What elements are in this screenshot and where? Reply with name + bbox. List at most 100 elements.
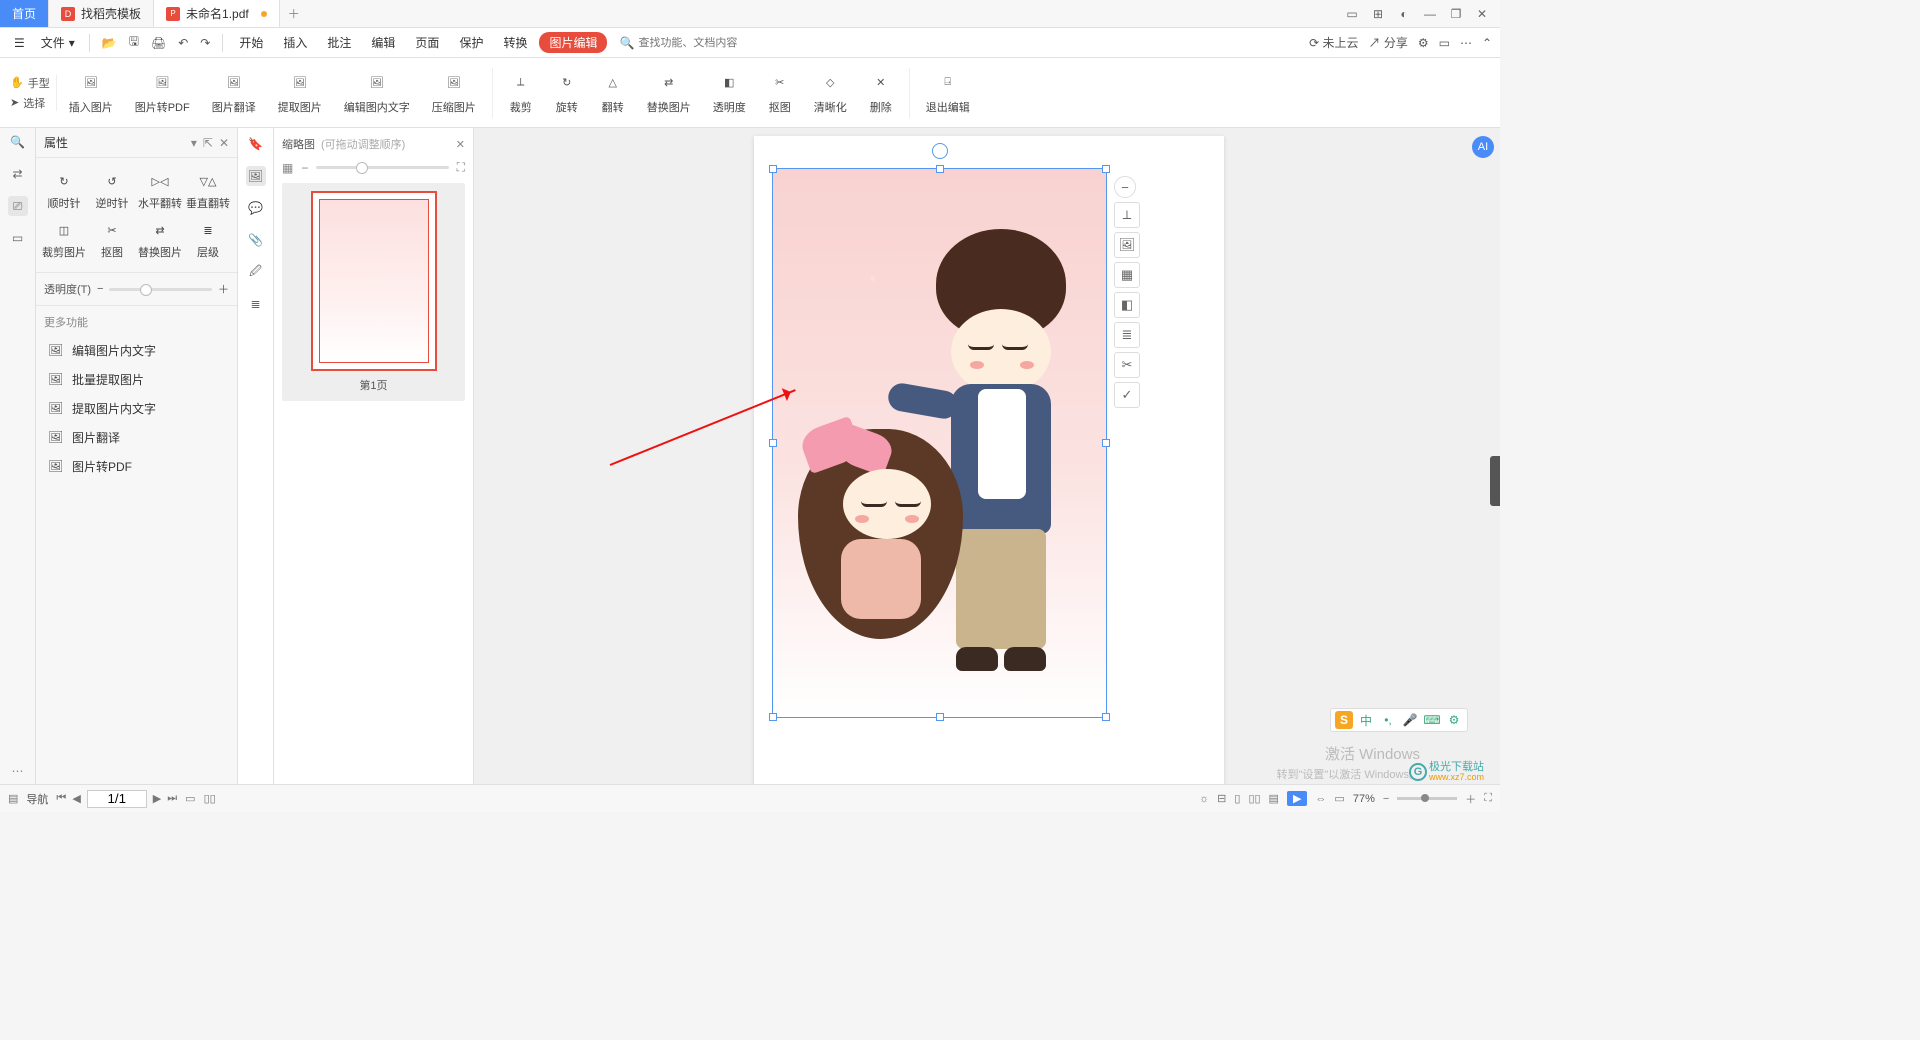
maximize-button[interactable]: ❐: [1448, 7, 1464, 21]
opacity-plus[interactable]: ＋: [218, 281, 229, 297]
message-icon[interactable]: ▭: [1439, 36, 1450, 50]
ft-opacity[interactable]: ◧: [1114, 292, 1140, 318]
continuous-icon[interactable]: ▤: [1269, 792, 1279, 805]
undo-icon[interactable]: ↶: [174, 34, 192, 52]
layout-1-icon[interactable]: ▭: [1344, 7, 1360, 21]
menu-annotate[interactable]: 批注: [319, 32, 359, 53]
split-icon[interactable]: ⊟: [1217, 792, 1226, 805]
expand-icon[interactable]: ⌃: [1482, 36, 1492, 50]
collapse-handle[interactable]: [1490, 456, 1500, 506]
ft-layer[interactable]: ≣: [1114, 322, 1140, 348]
hand-mode[interactable]: ✋手型: [10, 75, 50, 91]
view-mode-1-icon[interactable]: ▭: [185, 792, 195, 805]
menu-insert[interactable]: 插入: [275, 32, 315, 53]
rb-exit-edit[interactable]: ⍈退出编辑: [916, 67, 980, 119]
resize-handle-w[interactable]: [769, 439, 777, 447]
close-panel-icon[interactable]: ✕: [219, 136, 229, 150]
cutout-image[interactable]: ✂抠图: [88, 215, 136, 264]
rb-replace-image[interactable]: ⇄替换图片: [637, 67, 701, 119]
zoom-in-icon[interactable]: ＋: [1465, 791, 1476, 807]
layer[interactable]: ≣层级: [184, 215, 232, 264]
search-input[interactable]: [638, 37, 778, 49]
menu-page[interactable]: 页面: [407, 32, 447, 53]
select-mode[interactable]: ➤选择: [10, 95, 50, 111]
ft-grid[interactable]: ▦: [1114, 262, 1140, 288]
attachment-icon[interactable]: 📎: [246, 230, 266, 250]
signature-icon[interactable]: 🖉: [246, 262, 266, 282]
menu-convert[interactable]: 转换: [495, 32, 535, 53]
close-button[interactable]: ✕: [1474, 7, 1490, 21]
rb-flip[interactable]: △翻转: [591, 67, 635, 119]
zoom-slider[interactable]: [1397, 797, 1457, 800]
ime-mic-icon[interactable]: 🎤: [1401, 711, 1419, 729]
more-to-pdf[interactable]: 🖼图片转PDF: [44, 452, 229, 481]
thumb-minus-icon[interactable]: −: [301, 161, 308, 175]
chevron-down-icon[interactable]: ▾: [191, 136, 197, 150]
rb-opacity[interactable]: ◧透明度: [703, 67, 756, 119]
pin-icon[interactable]: ⇱: [203, 136, 213, 150]
bookmark-icon[interactable]: 🔖: [246, 134, 266, 154]
ft-minus[interactable]: −: [1114, 176, 1136, 198]
selected-image[interactable]: [773, 169, 1106, 717]
menu-image-edit[interactable]: 图片编辑: [539, 32, 607, 53]
rb-extract-image[interactable]: 🖼提取图片: [268, 67, 332, 119]
resize-handle-nw[interactable]: [769, 165, 777, 173]
rb-crop[interactable]: ⟂裁剪: [499, 67, 543, 119]
rb-cutout[interactable]: ✂抠图: [758, 67, 802, 119]
rail-tool-icon[interactable]: ⎚: [8, 196, 28, 216]
canvas[interactable]: − ⟂ 🖼 ▦ ◧ ≣ ✂ ✓ AI: [474, 128, 1500, 784]
nav-toggle-icon[interactable]: ▤: [8, 792, 18, 805]
two-page-icon[interactable]: ▯▯: [1248, 792, 1260, 805]
close-thumbs-icon[interactable]: ✕: [456, 138, 465, 151]
minimize-button[interactable]: —: [1422, 7, 1438, 21]
opacity-minus[interactable]: −: [97, 283, 103, 295]
resize-handle-s[interactable]: [936, 713, 944, 721]
rb-image-to-pdf[interactable]: 🖼图片转PDF: [125, 67, 200, 119]
fit-page-icon[interactable]: ▭: [1334, 792, 1344, 805]
tab-template[interactable]: D 找稻壳模板: [49, 0, 154, 27]
resize-handle-ne[interactable]: [1102, 165, 1110, 173]
rb-compress-image[interactable]: 🖼压缩图片: [422, 67, 486, 119]
crop-image[interactable]: ◫裁剪图片: [40, 215, 88, 264]
file-menu[interactable]: 文件 ▾: [35, 32, 81, 53]
gear-icon[interactable]: ⚙: [1418, 36, 1429, 50]
layout-grid-icon[interactable]: ⊞: [1370, 7, 1386, 21]
tab-document[interactable]: P 未命名1.pdf: [154, 0, 280, 27]
new-tab-button[interactable]: ＋: [280, 0, 308, 27]
rb-edit-image-text[interactable]: 🖼编辑图内文字: [334, 67, 420, 119]
replace-image[interactable]: ⇄替换图片: [136, 215, 184, 264]
ft-cutout[interactable]: ✂: [1114, 352, 1140, 378]
resize-handle-se[interactable]: [1102, 713, 1110, 721]
ime-punct-icon[interactable]: •,: [1379, 711, 1397, 729]
menu-edit[interactable]: 编辑: [363, 32, 403, 53]
resize-handle-e[interactable]: [1102, 439, 1110, 447]
more-icon[interactable]: ⋯: [1460, 36, 1472, 50]
rotate-ccw[interactable]: ↺逆时针: [88, 166, 136, 215]
print-icon[interactable]: 🖨: [147, 34, 170, 52]
selection-box[interactable]: [772, 168, 1107, 718]
tab-home[interactable]: 首页: [0, 0, 49, 27]
save-icon[interactable]: 🖫: [125, 30, 143, 55]
rb-delete[interactable]: ✕删除: [859, 67, 903, 119]
menu-bars-icon[interactable]: ☰: [8, 34, 31, 52]
thumb-card[interactable]: 第1页: [282, 183, 465, 401]
more-translate[interactable]: 🖼图片翻译: [44, 423, 229, 452]
first-page-icon[interactable]: ⏮: [56, 792, 66, 805]
rb-sharpen[interactable]: ◇清晰化: [804, 67, 857, 119]
rail-book-icon[interactable]: ▭: [8, 228, 28, 248]
brightness-icon[interactable]: ☼: [1199, 793, 1209, 805]
thumbnail-icon[interactable]: 🖼: [246, 166, 266, 186]
ime-settings-icon[interactable]: ⚙: [1445, 711, 1463, 729]
thumb-size-slider[interactable]: [316, 166, 448, 169]
more-extract-text[interactable]: 🖼提取图片内文字: [44, 394, 229, 423]
more-edit-text[interactable]: 🖼编辑图片内文字: [44, 336, 229, 365]
flip-h[interactable]: ▷◁水平翻转: [136, 166, 184, 215]
menu-protect[interactable]: 保护: [451, 32, 491, 53]
single-page-icon[interactable]: ▯: [1234, 792, 1240, 805]
ft-crop[interactable]: ⟂: [1114, 202, 1140, 228]
redo-icon[interactable]: ↷: [196, 34, 214, 52]
menu-start[interactable]: 开始: [231, 32, 271, 53]
resize-handle-sw[interactable]: [769, 713, 777, 721]
thumb-grid-icon[interactable]: ▦: [282, 161, 293, 175]
rotate-handle[interactable]: [932, 143, 948, 159]
